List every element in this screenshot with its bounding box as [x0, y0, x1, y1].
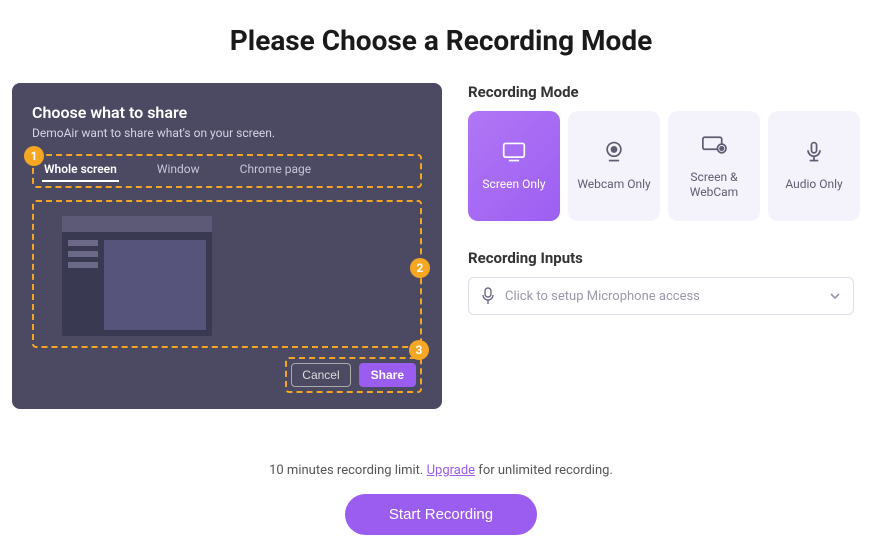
- step-badge-2: 2: [410, 258, 430, 278]
- webcam-icon: [600, 140, 628, 167]
- step-badge-1: 1: [24, 146, 44, 166]
- mode-screen-webcam[interactable]: Screen & WebCam: [668, 111, 760, 221]
- step-badge-3: 3: [409, 340, 429, 360]
- share-preview[interactable]: 2: [32, 200, 422, 348]
- recording-inputs-label: Recording Inputs: [468, 249, 870, 267]
- mode-label: Screen Only: [482, 177, 545, 191]
- mode-label: Webcam Only: [577, 177, 650, 191]
- tab-window[interactable]: Window: [157, 162, 200, 176]
- mic-select-text: Click to setup Microphone access: [505, 289, 700, 304]
- mode-cards: Screen Only Webcam Only: [468, 111, 870, 221]
- limit-pre: 10 minutes recording limit.: [269, 463, 427, 478]
- mode-audio-only[interactable]: Audio Only: [768, 111, 860, 221]
- start-recording-button[interactable]: Start Recording: [345, 494, 537, 535]
- recording-mode-label: Recording Mode: [468, 83, 870, 101]
- footer: 10 minutes recording limit. Upgrade for …: [0, 463, 882, 535]
- share-dialog: Choose what to share DemoAir want to sha…: [12, 83, 442, 409]
- chevron-down-icon: [829, 289, 841, 304]
- share-heading: Choose what to share: [32, 103, 422, 122]
- share-tabs: 1 Whole screen Window Chrome page: [32, 154, 422, 188]
- cancel-button[interactable]: Cancel: [291, 363, 350, 387]
- tab-chrome-page[interactable]: Chrome page: [240, 162, 311, 176]
- page-title: Please Choose a Recording Mode: [0, 24, 882, 57]
- limit-text: 10 minutes recording limit. Upgrade for …: [0, 463, 882, 478]
- screen-thumbnail: [62, 216, 212, 336]
- tab-whole-screen[interactable]: Whole screen: [44, 162, 117, 176]
- upgrade-link[interactable]: Upgrade: [427, 463, 475, 478]
- mode-label: Audio Only: [785, 177, 842, 191]
- mic-icon: [481, 287, 495, 305]
- mode-screen-only[interactable]: Screen Only: [468, 111, 560, 221]
- mode-label: Screen & WebCam: [676, 170, 752, 199]
- share-subtext: DemoAir want to share what's on your scr…: [32, 126, 422, 140]
- share-actions: 3 Cancel Share: [285, 357, 422, 393]
- mode-webcam-only[interactable]: Webcam Only: [568, 111, 660, 221]
- mic-select[interactable]: Click to setup Microphone access: [468, 277, 854, 315]
- screen-icon: [500, 140, 528, 167]
- limit-post: for unlimited recording.: [475, 463, 613, 478]
- share-button[interactable]: Share: [359, 363, 416, 387]
- mic-stand-icon: [800, 140, 828, 167]
- screen-webcam-icon: [700, 133, 728, 160]
